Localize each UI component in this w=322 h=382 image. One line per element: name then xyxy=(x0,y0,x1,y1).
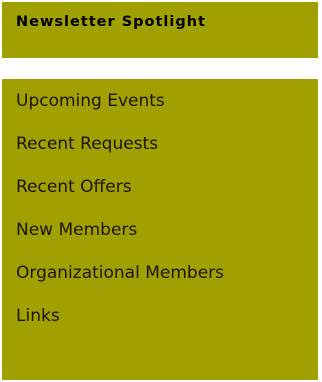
nav-item-new-members[interactable]: New Members xyxy=(2,209,318,252)
nav-item-links[interactable]: Links xyxy=(2,295,318,338)
nav-item-upcoming-events[interactable]: Upcoming Events xyxy=(2,80,318,123)
nav-item-organizational-members[interactable]: Organizational Members xyxy=(2,252,318,295)
newsletter-spotlight-title: Newsletter Spotlight xyxy=(16,14,206,30)
nav-item-recent-requests[interactable]: Recent Requests xyxy=(2,123,318,166)
newsletter-spotlight-panel: Newsletter Spotlight xyxy=(2,2,318,58)
nav-item-recent-offers[interactable]: Recent Offers xyxy=(2,166,318,209)
nav-list: Upcoming Events Recent Requests Recent O… xyxy=(2,80,318,338)
sidebar-nav: Upcoming Events Recent Requests Recent O… xyxy=(2,79,318,380)
